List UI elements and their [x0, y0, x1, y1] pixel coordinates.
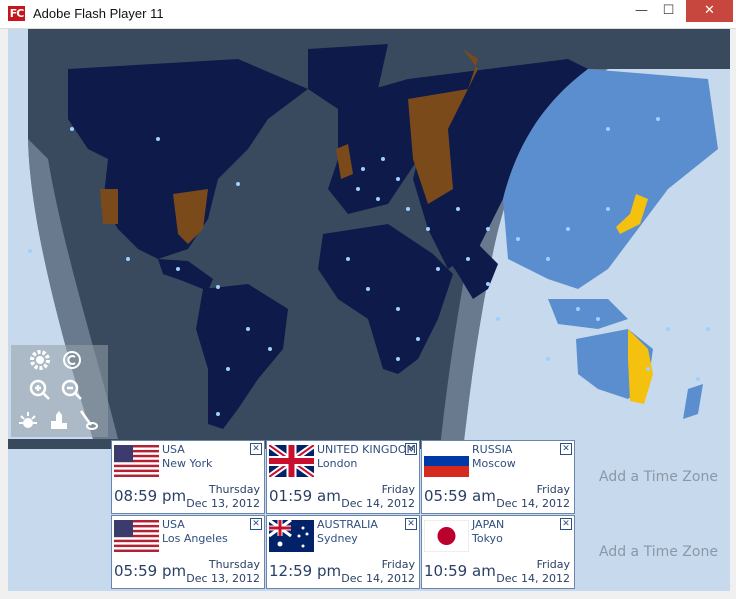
tz-date: Dec 14, 2012 [341, 497, 415, 510]
time-zone-card[interactable]: JAPAN Tokyo ✕ 10:59 am Friday Dec 14, 20… [421, 515, 575, 589]
tz-time: 12:59 pm [269, 562, 342, 580]
tz-date: Dec 13, 2012 [186, 497, 260, 510]
tz-city: Los Angeles [162, 532, 228, 545]
tz-date: Dec 14, 2012 [496, 572, 570, 585]
japan-flag-icon [424, 520, 469, 552]
tz-day: Friday [381, 483, 415, 496]
world-clock-app: USA New York ✕ 08:59 pm Thursday Dec 13,… [8, 29, 730, 591]
tz-country: USA [162, 443, 185, 456]
russia-flag-icon [424, 445, 469, 477]
zoom-in-icon[interactable] [29, 379, 51, 401]
city-icon[interactable] [49, 409, 71, 431]
tz-city: London [317, 457, 358, 470]
window-title: Adobe Flash Player 11 [33, 6, 164, 21]
daylight-icon[interactable] [17, 409, 39, 431]
tz-time: 08:59 pm [114, 487, 187, 505]
title-bar: FC Adobe Flash Player 11 — ☐ ✕ [0, 0, 736, 29]
time-zone-grid: USA New York ✕ 08:59 pm Thursday Dec 13,… [111, 440, 575, 590]
add-time-zone-link[interactable]: Add a Time Zone [599, 468, 718, 486]
add-time-zone-link[interactable]: Add a Time Zone [599, 543, 718, 561]
tz-country: RUSSIA [472, 443, 513, 456]
tz-day: Friday [536, 558, 570, 571]
tz-country: UNITED KINGDOM [317, 443, 416, 456]
tz-city: New York [162, 457, 213, 470]
tz-day: Friday [381, 558, 415, 571]
time-zone-card[interactable]: USA New York ✕ 08:59 pm Thursday Dec 13,… [111, 440, 265, 514]
tz-day: Friday [536, 483, 570, 496]
close-window-button[interactable]: ✕ [686, 0, 733, 22]
remove-time-zone-button[interactable]: ✕ [250, 518, 262, 530]
tz-city: Sydney [317, 532, 358, 545]
los-angeles-region [100, 189, 118, 224]
remove-time-zone-button[interactable]: ✕ [405, 443, 417, 455]
usa-flag-icon [114, 445, 159, 477]
tz-country: JAPAN [472, 518, 505, 531]
tz-country: USA [162, 518, 185, 531]
tz-time: 01:59 am [269, 487, 341, 505]
flash-app-icon: FC [8, 6, 25, 21]
remove-time-zone-button[interactable]: ✕ [405, 518, 417, 530]
zoom-out-icon[interactable] [61, 379, 83, 401]
time-zone-card[interactable]: AUSTRALIA Sydney ✕ 12:59 pm Friday Dec 1… [266, 515, 420, 589]
tz-date: Dec 13, 2012 [186, 572, 260, 585]
tz-day: Thursday [208, 558, 260, 571]
remove-time-zone-button[interactable]: ✕ [560, 518, 572, 530]
tz-time: 10:59 am [424, 562, 496, 580]
tz-city: Moscow [472, 457, 516, 470]
time-zone-card[interactable]: RUSSIA Moscow ✕ 05:59 am Friday Dec 14, … [421, 440, 575, 514]
clear-icon[interactable] [77, 409, 99, 431]
tz-country: AUSTRALIA [317, 518, 378, 531]
tz-time: 05:59 pm [114, 562, 187, 580]
settings-icon[interactable] [29, 349, 51, 371]
usa-flag-icon [114, 520, 159, 552]
tz-time: 05:59 am [424, 487, 496, 505]
tz-date: Dec 14, 2012 [496, 497, 570, 510]
tz-city: Tokyo [472, 532, 503, 545]
minimize-button[interactable]: — [628, 0, 655, 22]
australia-flag-icon [269, 520, 314, 552]
tz-date: Dec 14, 2012 [341, 572, 415, 585]
maximize-button[interactable]: ☐ [655, 0, 682, 22]
uk-flag-icon [269, 445, 314, 477]
map-control-panel [11, 345, 108, 437]
time-zone-card[interactable]: USA Los Angeles ✕ 05:59 pm Thursday Dec … [111, 515, 265, 589]
copyright-icon[interactable] [61, 349, 83, 371]
remove-time-zone-button[interactable]: ✕ [250, 443, 262, 455]
remove-time-zone-button[interactable]: ✕ [560, 443, 572, 455]
tz-day: Thursday [208, 483, 260, 496]
time-zone-card[interactable]: UNITED KINGDOM London ✕ 01:59 am Friday … [266, 440, 420, 514]
